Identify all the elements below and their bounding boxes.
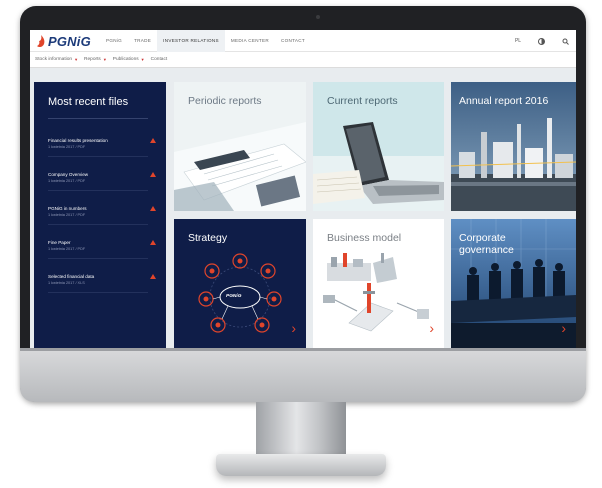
recent-files-panel: Most recent files Financial results pres…	[34, 82, 166, 348]
divider	[48, 258, 148, 259]
tile-title: Periodic reports	[188, 95, 262, 107]
divider	[48, 118, 148, 119]
tile-current-reports[interactable]: Current reports	[313, 82, 444, 211]
nav-item-contact[interactable]: CONTACT	[275, 30, 311, 52]
file-item[interactable]: Financial results presentation 1 kwietni…	[48, 138, 158, 157]
tile-periodic-reports[interactable]: Periodic reports	[174, 82, 306, 211]
recent-files-title: Most recent files	[48, 96, 129, 108]
flame-icon	[37, 35, 45, 48]
file-title: PGNiG in numbers	[48, 206, 87, 211]
tile-annual-report[interactable]: Annual report 2016	[451, 82, 576, 211]
search-icon[interactable]	[562, 38, 570, 45]
tile-corporate-governance[interactable]: Corporate governance ›	[451, 219, 576, 348]
subnav-stock-information[interactable]: Stock information ▼	[32, 57, 81, 62]
file-title: Fine Paper	[48, 240, 71, 245]
file-item[interactable]: PGNiG in numbers 1 kwietnia 2017 / PDF	[48, 206, 158, 225]
chevron-right-icon[interactable]: ›	[291, 320, 296, 336]
subnav-reports[interactable]: Reports ▼	[81, 57, 110, 62]
nav-item-pgnig[interactable]: PGNiG	[100, 30, 128, 52]
download-icon	[150, 206, 156, 211]
hub-label: PGNiG	[226, 294, 242, 299]
divider	[48, 156, 148, 157]
monitor-stand-neck	[256, 402, 346, 456]
chevron-down-icon: ▼	[102, 57, 107, 62]
tile-title: Business model	[327, 232, 402, 244]
download-icon	[150, 138, 156, 143]
tile-business-model[interactable]: Business model ›	[313, 219, 444, 348]
nav-tools: PL	[514, 30, 570, 52]
tile-strategy[interactable]: Strategy PGNiG ›	[174, 219, 306, 348]
divider	[48, 190, 148, 191]
divider	[48, 292, 148, 293]
file-title: Financial results presentation	[48, 138, 108, 143]
top-navigation: PGNiG PGNiG TRADE INVESTOR RELATIONS MED…	[30, 30, 576, 52]
tile-title: Current reports	[327, 95, 398, 107]
download-icon	[150, 274, 156, 279]
file-item[interactable]: Selected financial data 1 kwietnia 2017 …	[48, 274, 158, 293]
sub-navigation: Stock information ▼ Reports ▼ Publications…	[30, 52, 576, 68]
tile-title: Corporate governance	[459, 232, 514, 256]
contrast-icon[interactable]	[538, 37, 546, 45]
monitor-stand-foot	[216, 454, 386, 476]
chevron-right-icon[interactable]: ›	[561, 320, 566, 336]
chevron-down-icon: ▼	[140, 57, 145, 62]
file-meta: 1 kwietnia 2017 / PDF	[48, 179, 86, 183]
tile-title: Annual report 2016	[459, 95, 549, 107]
chevron-right-icon[interactable]: ›	[429, 320, 434, 336]
chevron-down-icon: ▼	[74, 57, 79, 62]
download-icon	[150, 172, 156, 177]
file-meta: 1 kwietnia 2017 / PDF	[48, 213, 86, 217]
file-meta: 1 kwietnia 2017 / PDF	[48, 247, 86, 251]
nav-item-trade[interactable]: TRADE	[128, 30, 157, 52]
divider	[48, 224, 148, 225]
file-title: Selected financial data	[48, 274, 95, 279]
file-item[interactable]: Fine Paper 1 kwietnia 2017 / PDF	[48, 240, 158, 259]
file-meta: 1 kwietnia 2017 / XLS	[48, 281, 85, 285]
subnav-contact[interactable]: Contact	[148, 57, 171, 62]
browser-screen: PGNiG PGNiG TRADE INVESTOR RELATIONS MED…	[30, 30, 576, 348]
file-meta: 1 kwietnia 2017 / PDF	[48, 145, 86, 149]
main-menu: PGNiG TRADE INVESTOR RELATIONS MEDIA CEN…	[100, 30, 311, 52]
download-icon	[150, 240, 156, 245]
pgnig-logo[interactable]: PGNiG	[36, 34, 91, 49]
subnav-publications[interactable]: Publications ▼	[110, 57, 148, 62]
nav-item-media-center[interactable]: MEDIA CENTER	[225, 30, 275, 52]
logo-wordmark: PGNiG	[48, 34, 91, 49]
nav-item-investor-relations[interactable]: INVESTOR RELATIONS	[157, 30, 225, 52]
tile-title: Strategy	[188, 232, 228, 244]
file-item[interactable]: Company Overview 1 kwietnia 2017 / PDF	[48, 172, 158, 191]
chin-edge	[20, 348, 586, 351]
monitor-chin	[20, 348, 586, 402]
file-title: Company Overview	[48, 172, 89, 177]
webcam	[316, 15, 320, 19]
language-switch[interactable]: PL	[514, 38, 522, 44]
